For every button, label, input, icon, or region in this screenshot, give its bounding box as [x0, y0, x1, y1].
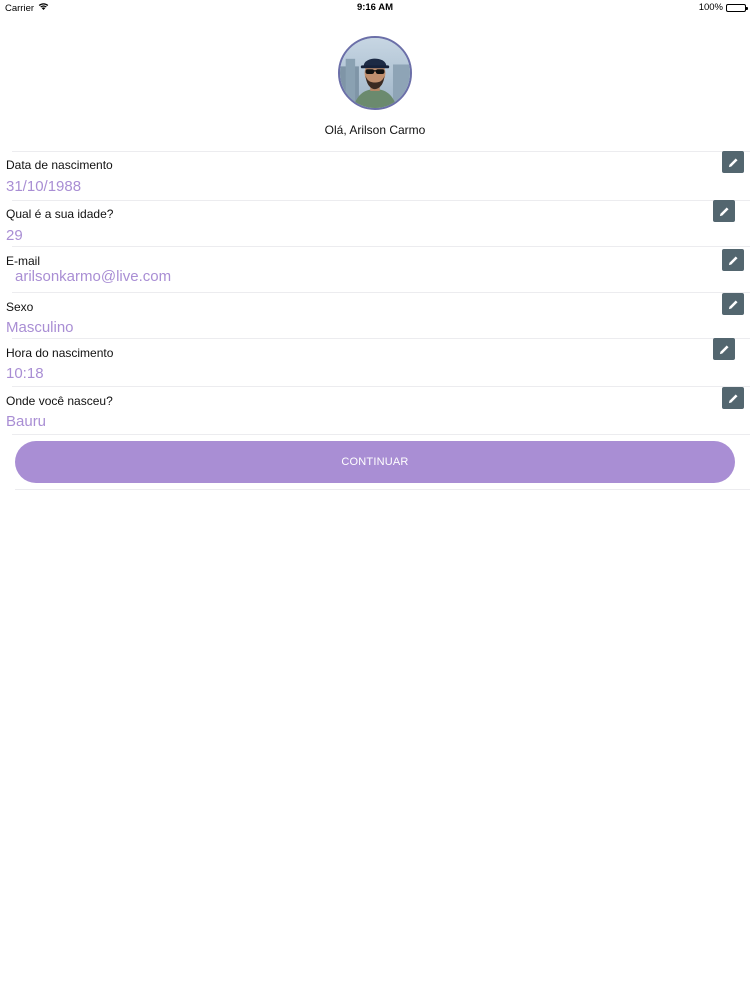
age-value[interactable]: 29 — [6, 227, 23, 244]
bottom-divider — [15, 489, 750, 490]
row-divider — [12, 386, 750, 387]
birth-time-value[interactable]: 10:18 — [6, 365, 44, 382]
field-row-age: Qual é a sua idade? 29 — [6, 200, 750, 246]
continue-button[interactable]: CONTINUAR — [15, 441, 735, 483]
pencil-icon — [728, 299, 738, 309]
edit-birth-date-button[interactable] — [722, 151, 744, 173]
sex-value[interactable]: Masculino — [6, 319, 74, 336]
birth-time-label: Hora do nascimento — [6, 346, 114, 360]
row-divider — [12, 434, 750, 435]
status-bar: Carrier 9:16 AM 100% — [0, 0, 750, 16]
row-divider — [12, 151, 750, 152]
birth-place-value[interactable]: Bauru — [6, 413, 46, 430]
field-row-end-divider — [6, 434, 750, 435]
row-divider — [12, 338, 750, 339]
field-row-birth-date: Data de nascimento 31/10/1988 — [6, 151, 750, 197]
pencil-icon — [728, 393, 738, 403]
row-divider — [12, 292, 750, 293]
field-row-sex: Sexo Masculino — [6, 292, 750, 338]
pencil-icon — [719, 206, 729, 216]
pencil-icon — [728, 255, 738, 265]
row-divider — [12, 246, 750, 247]
edit-sex-button[interactable] — [722, 293, 744, 315]
pencil-icon — [728, 157, 738, 167]
edit-email-button[interactable] — [722, 249, 744, 271]
status-time: 9:16 AM — [356, 2, 394, 13]
field-row-birth-place: Onde você nasceu? Bauru — [6, 386, 750, 432]
email-label: E-mail — [6, 254, 41, 268]
edit-age-button[interactable] — [713, 200, 735, 222]
sex-label: Sexo — [6, 300, 34, 314]
status-bar-right: 100% — [698, 2, 748, 13]
birth-place-label: Onde você nasceu? — [6, 394, 113, 408]
battery-percent: 100% — [698, 2, 723, 13]
birth-date-value[interactable]: 31/10/1988 — [6, 178, 81, 195]
email-value[interactable]: arilsonkarmo@live.com — [15, 268, 171, 285]
birth-date-label: Data de nascimento — [6, 158, 113, 172]
field-row-birth-time: Hora do nascimento 10:18 — [6, 338, 750, 384]
avatar[interactable] — [338, 36, 412, 110]
field-row-email: E-mail arilsonkarmo@live.com — [6, 246, 750, 292]
battery-icon — [726, 3, 748, 12]
age-label: Qual é a sua idade? — [6, 207, 114, 221]
edit-birth-time-button[interactable] — [713, 338, 735, 360]
row-divider — [12, 200, 750, 201]
avatar-photo — [340, 38, 410, 108]
greeting-text: Olá, Arilson Carmo — [324, 123, 426, 137]
edit-birth-place-button[interactable] — [722, 387, 744, 409]
pencil-icon — [719, 344, 729, 354]
